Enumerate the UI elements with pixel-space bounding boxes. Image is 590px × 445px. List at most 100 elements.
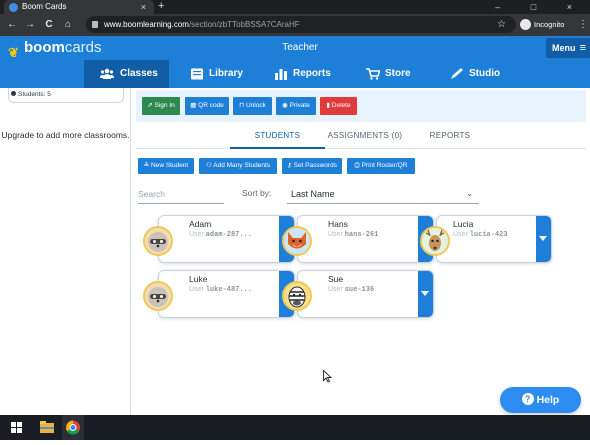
reload-button[interactable]: C xyxy=(41,14,57,36)
unlock-button[interactable]: ⊓ Unlock xyxy=(233,97,272,115)
add-user-icon: ≛ xyxy=(143,162,152,169)
eye-icon: ◉ xyxy=(282,102,290,109)
print-roster-label: Print Roster/QR xyxy=(361,162,408,169)
add-many-students-button[interactable]: ⚇ Add Many Students xyxy=(199,158,277,174)
boomcards-logo[interactable]: ❦ boomcards xyxy=(8,36,102,60)
chrome-taskbar-icon[interactable] xyxy=(62,415,84,440)
new-tab-button[interactable]: + xyxy=(158,0,170,14)
set-passwords-button[interactable]: ⚷ Set Passwords xyxy=(282,158,342,174)
tab-students[interactable]: STUDENTS xyxy=(230,126,325,146)
student-name: Lucia xyxy=(453,219,474,229)
pen-icon xyxy=(451,68,463,79)
sign-in-label: Sign In xyxy=(154,102,175,109)
students-icon xyxy=(11,91,16,96)
search-input[interactable] xyxy=(138,184,224,204)
username-value: adam-287... xyxy=(205,231,252,239)
student-username: User hans-261 xyxy=(328,231,378,239)
window-controls[interactable]: – □ × xyxy=(495,0,586,14)
class-students-count[interactable]: Students: 5 xyxy=(8,88,124,103)
home-button[interactable]: ⌂ xyxy=(60,14,76,36)
student-card[interactable]: Sue User sue-136 xyxy=(297,270,434,318)
sort-select[interactable]: Last Name ⌄ xyxy=(287,184,479,204)
deer-avatar-icon xyxy=(420,226,450,256)
role-label: Teacher xyxy=(282,42,318,53)
browser-menu-icon[interactable]: ⋮ xyxy=(578,16,588,33)
tab-title: Boom Cards xyxy=(22,2,67,11)
book-icon xyxy=(191,68,203,80)
student-username: User adam-287... xyxy=(189,231,252,239)
help-button[interactable]: ? Help xyxy=(500,387,581,413)
key-icon: ⚷ xyxy=(287,162,294,169)
sign-in-button[interactable]: ⇗ Sign In xyxy=(142,97,180,115)
file-explorer-icon[interactable] xyxy=(36,415,58,440)
tab-divider xyxy=(136,148,586,149)
tab-reports[interactable]: REPORTS xyxy=(418,126,482,146)
student-dropdown-button[interactable] xyxy=(536,216,551,262)
student-username: User sue-136 xyxy=(328,286,374,294)
student-dropdown-button[interactable] xyxy=(418,271,433,317)
private-button[interactable]: ◉ Private xyxy=(276,97,316,115)
delete-button[interactable]: ▮ Delete xyxy=(320,97,357,115)
menu-label: Menu xyxy=(552,43,576,53)
url-path: /section/zbTTobBSSA7CAraHF xyxy=(188,20,300,29)
nav-studio-label: Studio xyxy=(469,68,501,79)
bookmark-star-icon[interactable]: ☆ xyxy=(497,16,511,33)
unlock-icon: ⊓ xyxy=(239,102,246,109)
user-prefix: User xyxy=(328,286,343,293)
nav-classes-label: Classes xyxy=(120,68,158,79)
nav-store[interactable]: Store xyxy=(364,60,411,88)
print-roster-button[interactable]: ⎙ Print Roster/QR xyxy=(347,158,415,174)
student-name: Hans xyxy=(328,219,348,229)
caret-down-icon xyxy=(539,236,547,241)
url-host: www.boomlearning.com xyxy=(104,20,189,29)
user-prefix: User xyxy=(328,231,343,238)
username-value: luke-487... xyxy=(205,286,252,294)
new-student-label: New Student xyxy=(151,162,189,169)
student-username: User luke-487... xyxy=(189,286,252,294)
students-count-label: Students: 5 xyxy=(18,91,51,98)
student-card[interactable]: Hans User hans-261 xyxy=(297,215,434,263)
student-name: Luke xyxy=(189,274,208,284)
student-card[interactable]: Lucia User lucia-423 xyxy=(436,215,552,263)
logo-light: cards xyxy=(64,39,102,56)
upgrade-message: Upgrade to add more classrooms. xyxy=(1,130,130,140)
nav-studio[interactable]: Studio xyxy=(448,60,500,88)
tab-close-icon[interactable]: × xyxy=(141,0,146,14)
boom-favicon-icon xyxy=(9,3,18,12)
logo-bold: boom xyxy=(24,39,65,56)
sort-label: Sort by: xyxy=(242,188,272,198)
menu-button[interactable]: Menu ≡ xyxy=(546,38,590,58)
fox-avatar-icon xyxy=(282,226,312,256)
caret-down-icon xyxy=(421,291,429,296)
username-value: lucia-423 xyxy=(469,231,508,239)
lock-icon xyxy=(92,21,98,28)
qr-code-label: QR code xyxy=(198,102,224,109)
incognito-indicator[interactable]: Incognito xyxy=(520,16,564,33)
back-button[interactable]: ← xyxy=(4,14,20,36)
user-prefix: User xyxy=(453,231,468,238)
address-bar[interactable]: www.boomlearning.com/section/zbTTobBSSA7… xyxy=(86,16,516,33)
mouse-cursor-icon xyxy=(323,369,333,386)
forward-button[interactable]: → xyxy=(22,14,38,36)
student-card[interactable]: Luke User luke-487... xyxy=(158,270,295,318)
os-taskbar xyxy=(0,415,590,440)
nav-reports-label: Reports xyxy=(293,68,331,79)
help-question-icon: ? xyxy=(521,393,534,405)
sort-value: Last Name xyxy=(291,189,335,199)
nav-library[interactable]: Library xyxy=(188,60,243,88)
printer-icon: ⎙ xyxy=(354,162,362,169)
nav-classes[interactable]: Classes xyxy=(84,60,169,88)
new-student-button[interactable]: ≛ New Student xyxy=(138,158,194,174)
windows-start-icon[interactable] xyxy=(6,415,28,440)
active-tab-indicator xyxy=(230,147,325,149)
user-prefix: User xyxy=(189,286,204,293)
browser-tab[interactable]: Boom Cards × xyxy=(4,0,154,14)
hamburger-icon: ≡ xyxy=(579,42,586,54)
delete-label: Delete xyxy=(331,102,351,109)
qr-code-button[interactable]: ▦ QR code xyxy=(185,97,229,115)
nav-reports[interactable]: Reports xyxy=(272,60,331,88)
username-value: hans-261 xyxy=(344,231,379,239)
student-card[interactable]: Adam User adam-287... xyxy=(158,215,295,263)
tab-assignments[interactable]: ASSIGNMENTS (0) xyxy=(320,126,410,146)
add-many-label: Add Many Students xyxy=(213,162,270,169)
